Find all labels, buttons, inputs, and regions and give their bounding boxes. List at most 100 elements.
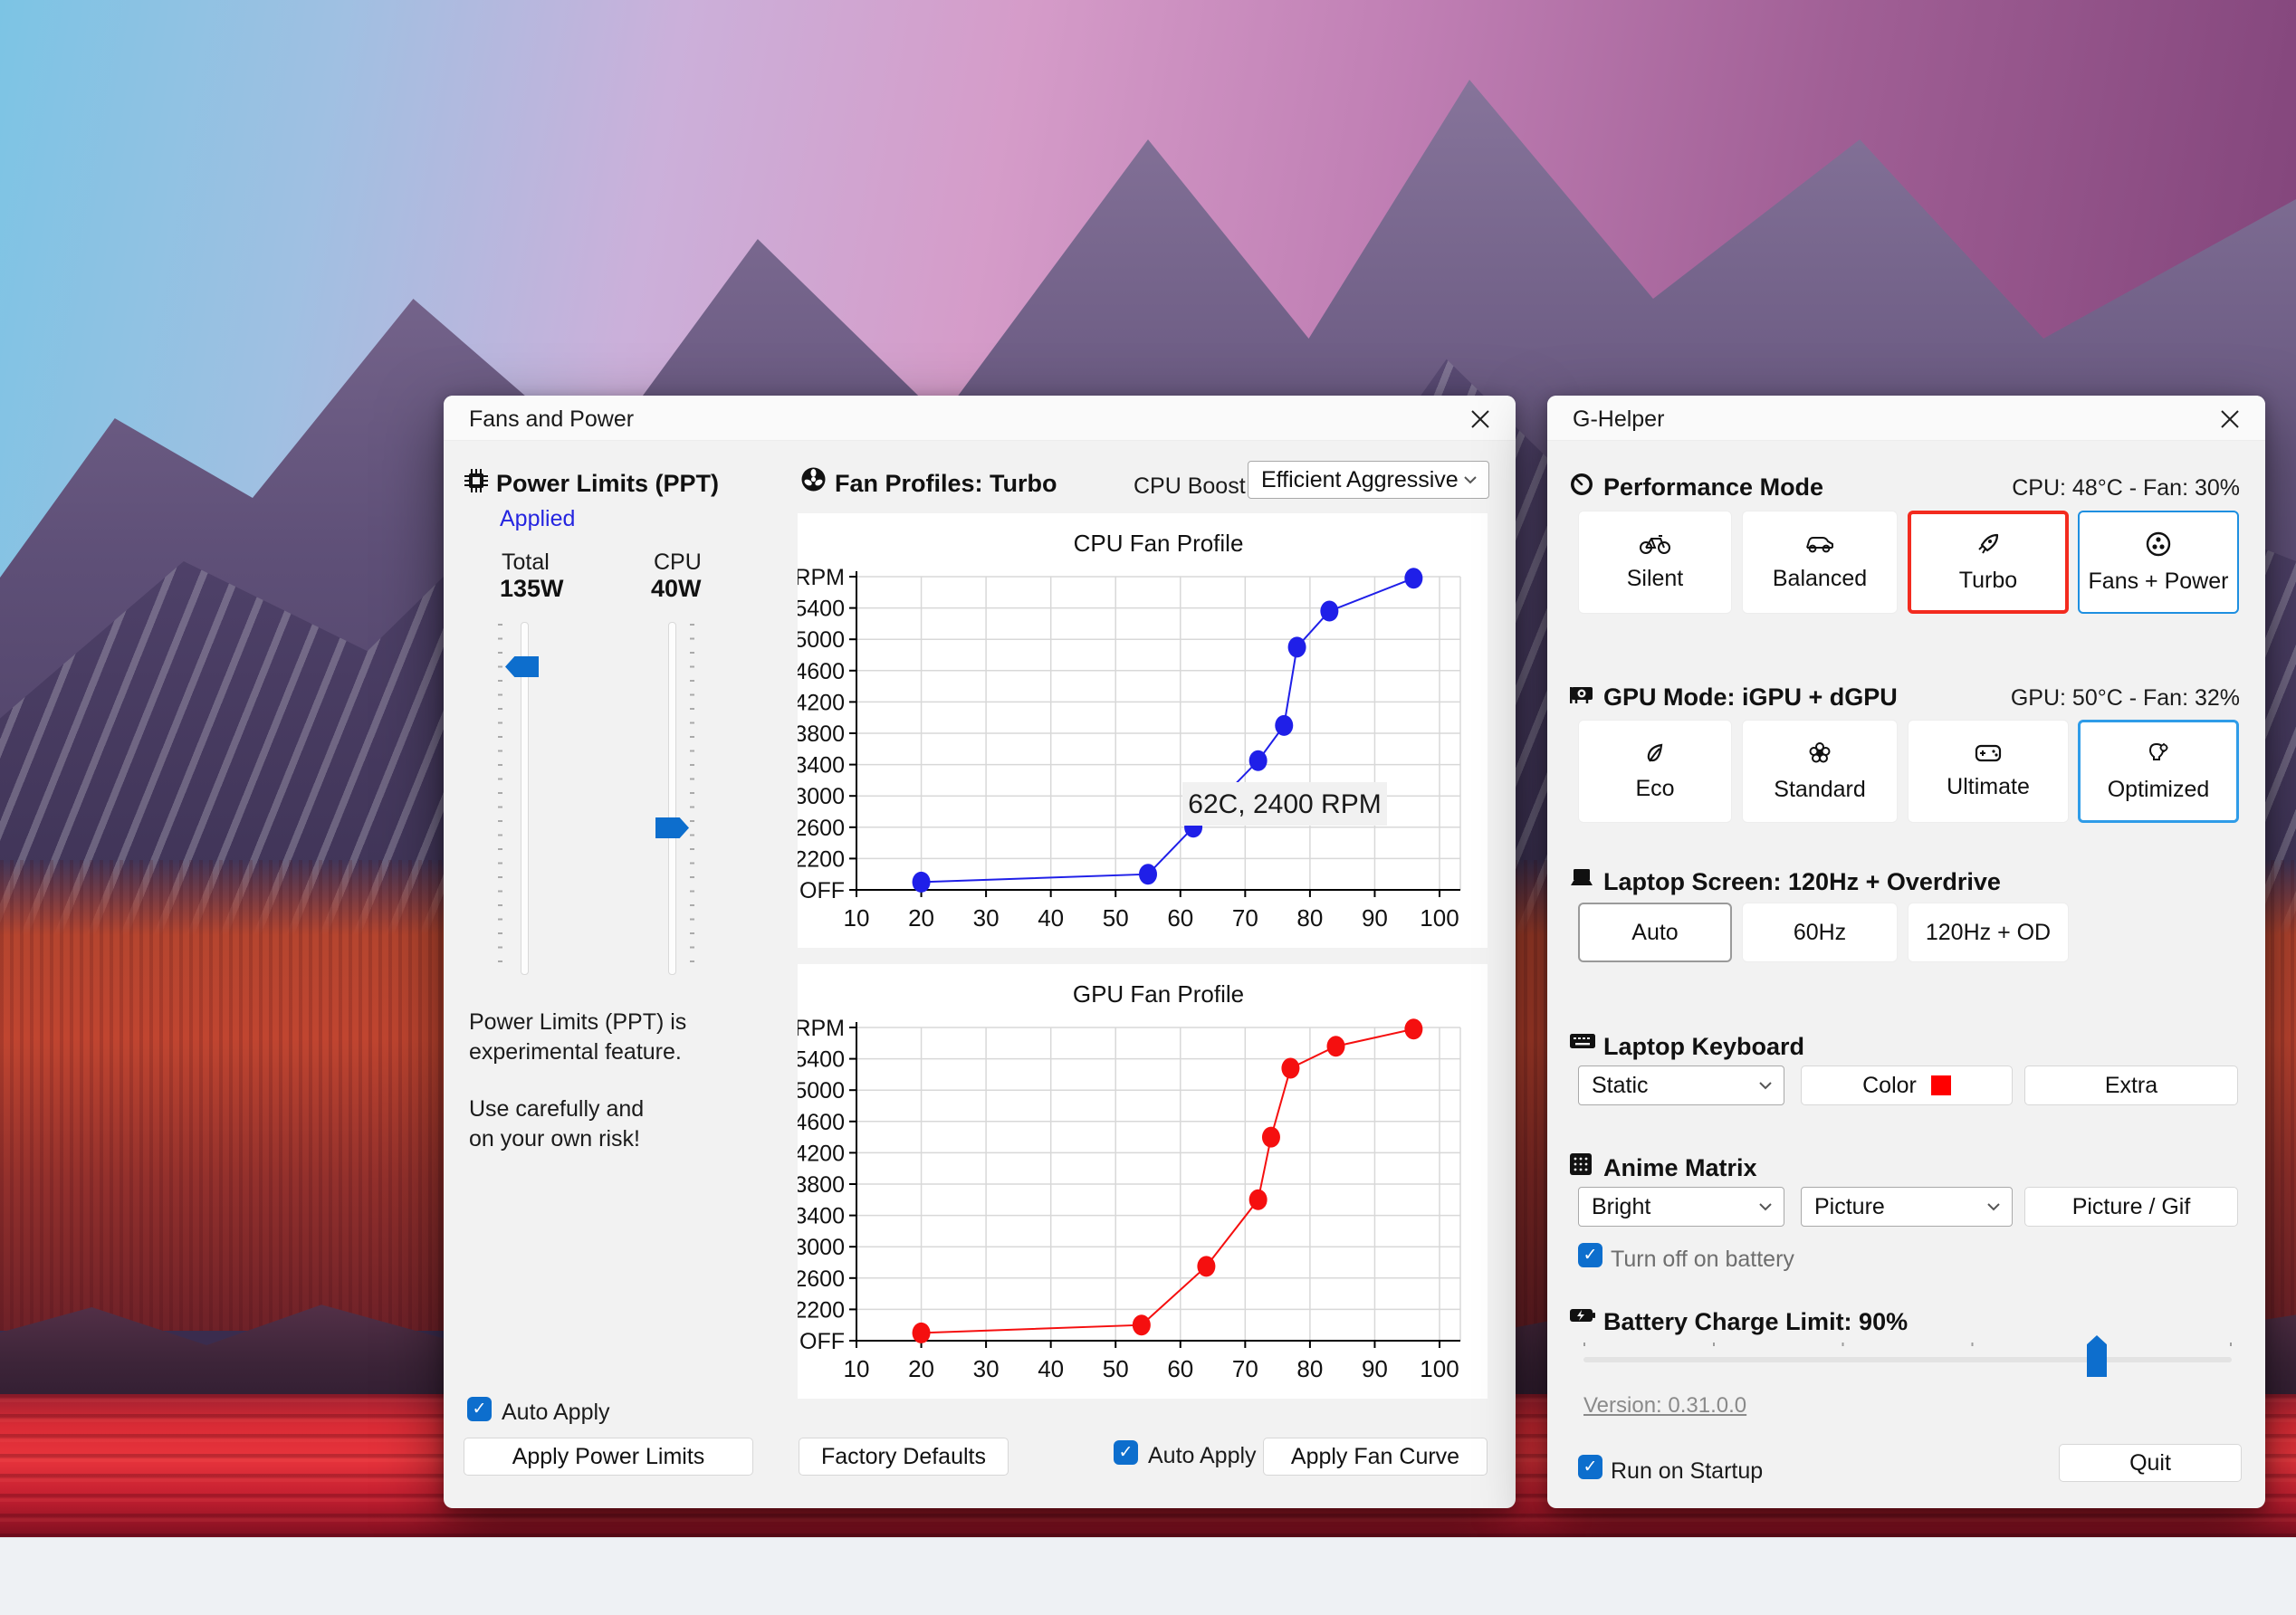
ghelper-close-button[interactable] bbox=[2215, 405, 2245, 434]
svg-text:4200: 4200 bbox=[798, 1141, 845, 1166]
svg-text:3800: 3800 bbox=[798, 1172, 845, 1198]
screen-button-120hz-od[interactable]: 120Hz + OD bbox=[1908, 903, 2069, 962]
apply-power-limits-button[interactable]: Apply Power Limits bbox=[464, 1438, 753, 1476]
svg-text:40: 40 bbox=[1038, 904, 1064, 932]
fans-window-title: Fans and Power bbox=[469, 406, 635, 432]
chevron-down-icon bbox=[1987, 1203, 2000, 1211]
battery-charge-slider-thumb[interactable] bbox=[2087, 1335, 2107, 1377]
checkmark-icon: ✓ bbox=[1583, 1246, 1598, 1265]
anime-matrix-header: Anime Matrix bbox=[1603, 1154, 1757, 1181]
cpu-power-slider[interactable] bbox=[668, 622, 676, 975]
svg-text:3000: 3000 bbox=[798, 784, 845, 809]
cpu-value: 40W bbox=[651, 575, 702, 602]
ghelper-titlebar[interactable]: G-Helper bbox=[1547, 396, 2265, 441]
mode-button-label: Fans + Power bbox=[2088, 568, 2229, 594]
svg-text:90: 90 bbox=[1362, 904, 1388, 932]
cpu-boost-value: Efficient Aggressive bbox=[1261, 466, 1459, 492]
svg-text:100: 100 bbox=[1420, 1355, 1459, 1382]
svg-text:OFF: OFF bbox=[799, 878, 845, 903]
rocket-icon bbox=[1978, 533, 1999, 554]
battery-slider-ticks bbox=[1583, 1343, 2232, 1346]
cpu-power-slider-thumb[interactable] bbox=[655, 817, 689, 838]
chevron-down-icon bbox=[1464, 476, 1477, 484]
fans-window-close-button[interactable] bbox=[1465, 405, 1496, 434]
fans-window-titlebar[interactable]: Fans and Power bbox=[444, 396, 1516, 441]
chevron-down-icon bbox=[1759, 1203, 1772, 1211]
matrix-picture-gif-button[interactable]: Picture / Gif bbox=[2024, 1187, 2238, 1227]
gpu-button-label: Eco bbox=[1635, 775, 1675, 801]
mode-button-label: Balanced bbox=[1772, 565, 1868, 591]
power-limits-warning-1: Power Limits (PPT) is experimental featu… bbox=[469, 1009, 687, 1065]
gpu-button-eco[interactable]: Eco bbox=[1578, 720, 1732, 823]
gpu-button-ultimate[interactable]: Ultimate bbox=[1908, 720, 2069, 823]
keyboard-color-button[interactable]: Color bbox=[1801, 1066, 2013, 1105]
power-limits-header: Power Limits (PPT) bbox=[496, 470, 720, 497]
total-power-slider-thumb[interactable] bbox=[505, 656, 539, 677]
keyboard-mode-value: Static bbox=[1592, 1072, 1649, 1098]
mode-button-balanced[interactable]: Balanced bbox=[1742, 511, 1898, 614]
gamepad-icon bbox=[1975, 744, 2002, 761]
auto-apply-power-checkbox[interactable]: ✓ bbox=[467, 1397, 492, 1421]
cpu-fan-chart[interactable]: OFF 2200 2600 3000 3400 3800 4200 4600 5000 5400 R… bbox=[794, 513, 1488, 948]
run-on-startup-label: Run on Startup bbox=[1611, 1458, 1764, 1484]
svg-text:10: 10 bbox=[844, 1355, 870, 1382]
svg-text:3400: 3400 bbox=[798, 753, 845, 779]
cpu-chip-icon bbox=[464, 469, 488, 492]
keyboard-icon bbox=[1570, 1034, 1595, 1048]
mode-button-silent[interactable]: Silent bbox=[1578, 511, 1732, 614]
checkmark-icon: ✓ bbox=[1583, 1457, 1598, 1476]
svg-text:20: 20 bbox=[908, 904, 934, 932]
factory-defaults-button[interactable]: Factory Defaults bbox=[799, 1438, 1009, 1476]
power-limits-applied-link[interactable]: Applied bbox=[500, 506, 575, 532]
total-label: Total bbox=[502, 549, 550, 575]
matrix-content-dropdown[interactable]: Picture bbox=[1801, 1187, 2013, 1227]
turn-off-on-battery-checkbox[interactable]: ✓ bbox=[1578, 1243, 1602, 1267]
run-on-startup-checkbox[interactable]: ✓ bbox=[1578, 1455, 1602, 1479]
screen-button-60hz[interactable]: 60Hz bbox=[1742, 903, 1898, 962]
svg-text:4600: 4600 bbox=[798, 1110, 845, 1135]
bicycle-icon bbox=[1640, 534, 1670, 554]
svg-text:2600: 2600 bbox=[798, 816, 845, 841]
screen-button-auto[interactable]: Auto bbox=[1578, 903, 1732, 962]
version-link[interactable]: Version: 0.31.0.0 bbox=[1583, 1393, 1746, 1419]
mode-button-turbo[interactable]: Turbo bbox=[1908, 511, 2069, 614]
gpu-button-label: Ultimate bbox=[1947, 773, 2030, 799]
mode-button-fans-power[interactable]: Fans + Power bbox=[2078, 511, 2239, 614]
keyboard-extra-button[interactable]: Extra bbox=[2024, 1066, 2238, 1105]
svg-text:GPU Fan Profile: GPU Fan Profile bbox=[1073, 980, 1244, 1008]
matrix-brightness-dropdown[interactable]: Bright bbox=[1578, 1187, 1784, 1227]
svg-text:30: 30 bbox=[973, 904, 1000, 932]
checkmark-icon: ✓ bbox=[1118, 1443, 1134, 1462]
taskbar: G G ENG bbox=[0, 1537, 2296, 1615]
gpu-temp-fan-status: GPU: 50°C - Fan: 32% bbox=[2010, 685, 2240, 711]
svg-text:RPM: RPM bbox=[798, 1016, 845, 1041]
battery-charge-slider[interactable] bbox=[1583, 1357, 2232, 1362]
battery-icon bbox=[1570, 1309, 1595, 1322]
total-value: 135W bbox=[500, 575, 564, 602]
gpu-fan-chart[interactable]: OFF 2200 2600 3000 3400 3800 4200 4600 5000 5400 R… bbox=[794, 964, 1488, 1399]
svg-text:90: 90 bbox=[1362, 1355, 1388, 1382]
keyboard-mode-dropdown[interactable]: Static bbox=[1578, 1066, 1784, 1105]
color-button-label: Color bbox=[1862, 1072, 1917, 1098]
svg-text:CPU Fan Profile: CPU Fan Profile bbox=[1074, 530, 1244, 557]
svg-text:4600: 4600 bbox=[798, 659, 845, 684]
auto-apply-fan-checkbox[interactable]: ✓ bbox=[1114, 1440, 1138, 1465]
matrix-brightness-value: Bright bbox=[1592, 1193, 1651, 1219]
ghelper-title: G-Helper bbox=[1573, 406, 1665, 432]
svg-text:5400: 5400 bbox=[798, 597, 845, 622]
power-limits-warning-2: Use carefully and on your own risk! bbox=[469, 1096, 645, 1152]
laptop-keyboard-header: Laptop Keyboard bbox=[1603, 1033, 1805, 1060]
mode-button-label: Silent bbox=[1626, 565, 1684, 591]
quit-button[interactable]: Quit bbox=[2059, 1444, 2242, 1482]
gpu-button-optimized[interactable]: Optimized bbox=[2078, 720, 2239, 823]
svg-text:30: 30 bbox=[973, 1355, 1000, 1382]
svg-text:OFF: OFF bbox=[799, 1329, 845, 1354]
performance-mode-header: Performance Mode bbox=[1603, 473, 1824, 501]
cpu-boost-dropdown[interactable]: Efficient Aggressive bbox=[1248, 461, 1489, 499]
car-icon bbox=[1806, 536, 1833, 552]
gpu-button-standard[interactable]: Standard bbox=[1742, 720, 1898, 823]
apply-fan-curve-button[interactable]: Apply Fan Curve bbox=[1263, 1438, 1488, 1476]
cpu-fan-chart-panel: OFF 2200 2600 3000 3400 3800 4200 4600 5000 5400 R… bbox=[794, 513, 1488, 948]
flower-icon bbox=[1809, 741, 1831, 762]
auto-apply-fan-label: Auto Apply bbox=[1148, 1443, 1257, 1468]
